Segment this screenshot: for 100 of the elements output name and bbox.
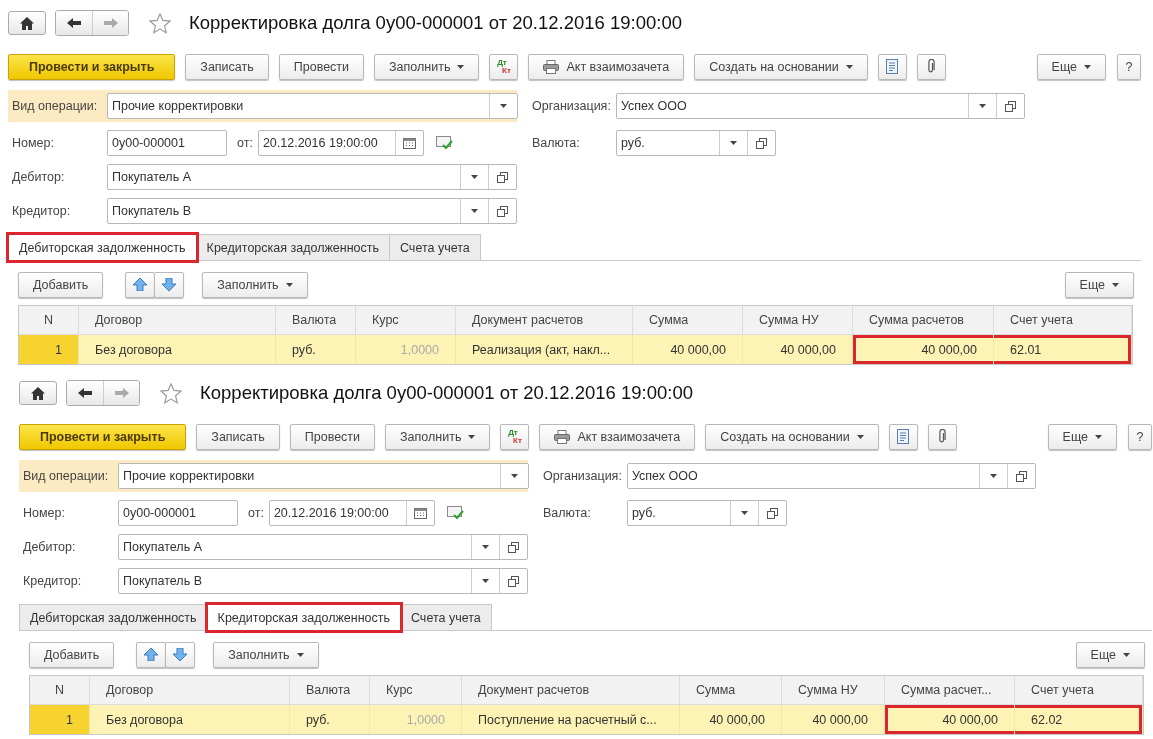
column-header[interactable]: Договор: [90, 676, 290, 705]
home-button[interactable]: [19, 381, 57, 405]
home-button[interactable]: [8, 11, 46, 35]
table-cell: 40 000,00: [782, 705, 885, 734]
document-check-icon[interactable]: [446, 506, 465, 520]
column-header[interactable]: Валюта: [276, 306, 356, 335]
open-window-icon: [756, 137, 767, 149]
fill-button[interactable]: Заполнить: [202, 271, 308, 298]
debtor-field[interactable]: Покупатель А: [107, 164, 517, 190]
toolbar-button[interactable]: Провести: [278, 53, 365, 80]
column-header[interactable]: Договор: [79, 306, 276, 335]
move-up-button[interactable]: [136, 641, 167, 668]
menu-button[interactable]: Создать на основании: [694, 53, 868, 80]
move-down-button[interactable]: [165, 641, 196, 668]
table-cell: Без договора: [90, 705, 290, 734]
creditor-field[interactable]: Покупатель В: [118, 568, 528, 594]
debit-credit-button[interactable]: Дт Кт: [500, 423, 530, 450]
caret-icon: [979, 104, 986, 108]
toolbar-button[interactable]: Записать: [196, 423, 280, 450]
column-header[interactable]: Документ расчетов: [456, 306, 633, 335]
tab[interactable]: Дебиторская задолженность: [19, 604, 208, 630]
more-button[interactable]: Еще: [1047, 423, 1117, 450]
tab[interactable]: Счета учета: [400, 604, 492, 630]
number-field[interactable]: 0у00-000001: [118, 500, 238, 526]
open-window-icon: [767, 507, 778, 519]
left-arrow-icon: [67, 18, 81, 28]
column-header[interactable]: N: [30, 676, 90, 705]
tab[interactable]: Кредиторская задолженность: [206, 604, 401, 631]
more-button[interactable]: Еще: [1075, 641, 1145, 668]
currency-field[interactable]: руб.: [616, 130, 776, 156]
tab[interactable]: Счета учета: [389, 234, 481, 260]
paperclip-icon: [927, 59, 936, 74]
table-cell: Реализация (акт, накл...: [456, 335, 633, 364]
attach-button[interactable]: [927, 423, 957, 450]
field-label: Организация:: [543, 469, 623, 483]
column-header[interactable]: Сумма НУ: [782, 676, 885, 705]
print-button[interactable]: Акт взаимозачета: [539, 423, 696, 450]
toolbar-button[interactable]: Провести: [289, 423, 376, 450]
table-cell: Поступление на расчетный с...: [462, 705, 680, 734]
help-button[interactable]: ?: [1128, 423, 1152, 450]
back-button[interactable]: [56, 11, 92, 35]
column-header[interactable]: Курс: [356, 306, 456, 335]
column-header[interactable]: Сумма НУ: [743, 306, 853, 335]
operation-type-field[interactable]: Прочие корректировки: [107, 93, 518, 119]
add-button[interactable]: Добавить: [18, 271, 104, 298]
column-header[interactable]: Счет учета: [994, 306, 1132, 335]
move-up-button[interactable]: [125, 271, 156, 298]
home-icon: [31, 386, 45, 400]
open-window-icon: [497, 171, 508, 183]
menu-button[interactable]: Заполнить: [374, 53, 480, 80]
document-check-icon[interactable]: [435, 136, 454, 150]
table-cell: 1: [30, 705, 90, 734]
debtor-field[interactable]: Покупатель А: [118, 534, 528, 560]
add-button[interactable]: Добавить: [29, 641, 115, 668]
caret-icon: [990, 474, 997, 478]
organization-field[interactable]: Успех ООО: [616, 93, 1025, 119]
back-button[interactable]: [67, 381, 103, 405]
operation-type-field[interactable]: Прочие корректировки: [118, 463, 529, 489]
fill-button[interactable]: Заполнить: [213, 641, 319, 668]
date-field[interactable]: 20.12.2016 19:00:00: [268, 500, 435, 526]
field-label: Кредитор:: [12, 204, 72, 218]
table-cell: 40 000,00: [853, 335, 994, 364]
print-button[interactable]: Акт взаимозачета: [528, 53, 685, 80]
attach-button[interactable]: [916, 53, 946, 80]
field-label: Валюта:: [543, 506, 592, 520]
column-header[interactable]: Сумма: [633, 306, 743, 335]
star-icon[interactable]: [160, 382, 182, 404]
column-header[interactable]: Сумма расчетов: [853, 306, 994, 335]
column-header[interactable]: Курс: [370, 676, 462, 705]
field-label: Вид операции:: [12, 99, 99, 113]
organization-field[interactable]: Успех ООО: [627, 463, 1036, 489]
date-field[interactable]: 20.12.2016 19:00:00: [257, 130, 424, 156]
post-and-close-button[interactable]: Провести и закрыть: [19, 423, 187, 450]
paperclip-icon: [938, 429, 947, 444]
post-and-close-button[interactable]: Провести и закрыть: [8, 53, 176, 80]
column-header[interactable]: Валюта: [290, 676, 370, 705]
debit-credit-button[interactable]: Дт Кт: [489, 53, 519, 80]
creditor-field[interactable]: Покупатель В: [107, 198, 517, 224]
tab[interactable]: Дебиторская задолженность: [8, 234, 197, 261]
more-button[interactable]: Еще: [1064, 271, 1134, 298]
caret-icon: [1095, 434, 1102, 439]
star-icon[interactable]: [149, 12, 171, 34]
column-header[interactable]: Сумма: [680, 676, 782, 705]
report-button[interactable]: [888, 423, 918, 450]
currency-field[interactable]: руб.: [627, 500, 787, 526]
report-button[interactable]: [877, 53, 907, 80]
more-button[interactable]: Еще: [1036, 53, 1106, 80]
menu-button[interactable]: Создать на основании: [705, 423, 879, 450]
menu-button[interactable]: Заполнить: [385, 423, 491, 450]
number-field[interactable]: 0у00-000001: [107, 130, 227, 156]
help-button[interactable]: ?: [1117, 53, 1141, 80]
column-header[interactable]: Документ расчетов: [462, 676, 680, 705]
toolbar-button[interactable]: Записать: [185, 53, 269, 80]
column-header[interactable]: N: [19, 306, 79, 335]
column-header[interactable]: Счет учета: [1015, 676, 1143, 705]
field-label: Организация:: [532, 99, 612, 113]
move-down-button[interactable]: [154, 271, 185, 298]
column-header[interactable]: Сумма расчет...: [885, 676, 1015, 705]
caret-icon: [457, 64, 465, 69]
table-cell: 40 000,00: [633, 335, 743, 364]
